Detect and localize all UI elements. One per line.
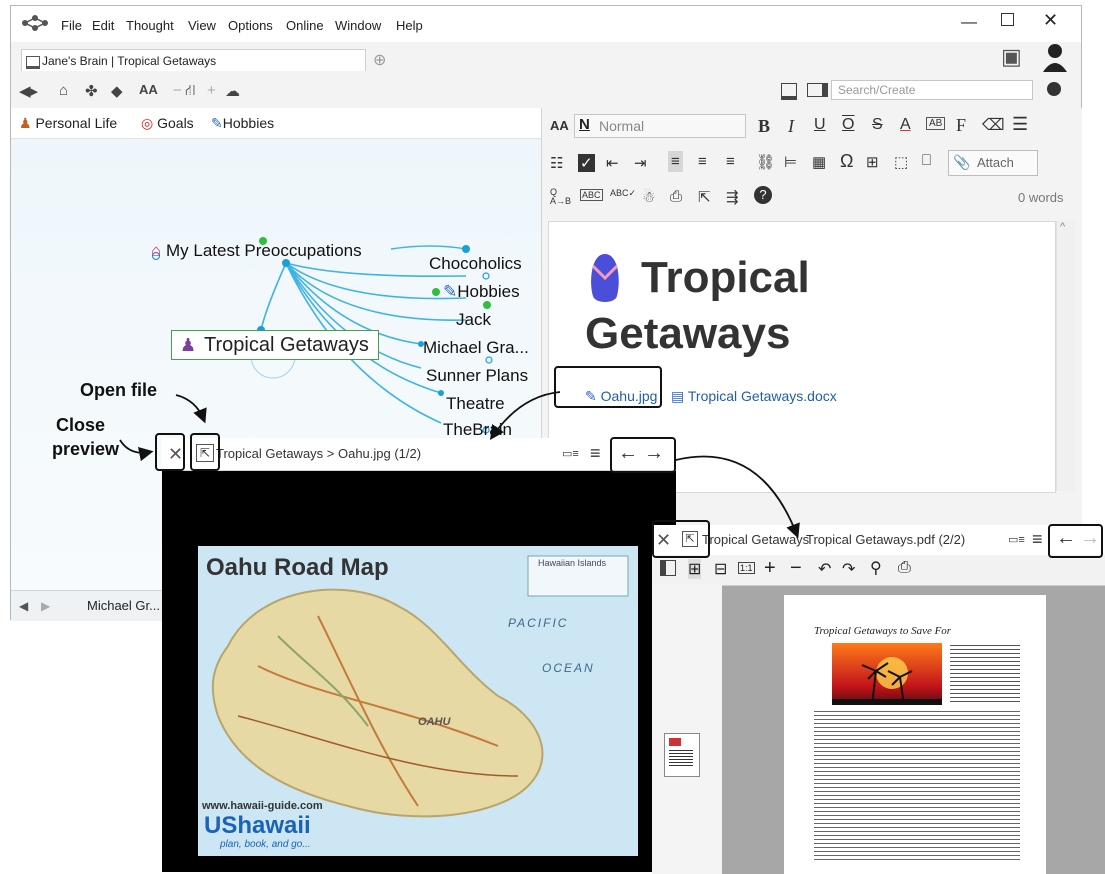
highlight-pdf-nav-arrows (1048, 524, 1103, 558)
highlight-close-preview (155, 433, 185, 471)
highlight-oahu-attachment (554, 366, 662, 408)
highlight-nav-arrows (610, 437, 676, 473)
highlight-open-file (190, 433, 220, 471)
highlight-pdf-close-open (652, 520, 710, 558)
